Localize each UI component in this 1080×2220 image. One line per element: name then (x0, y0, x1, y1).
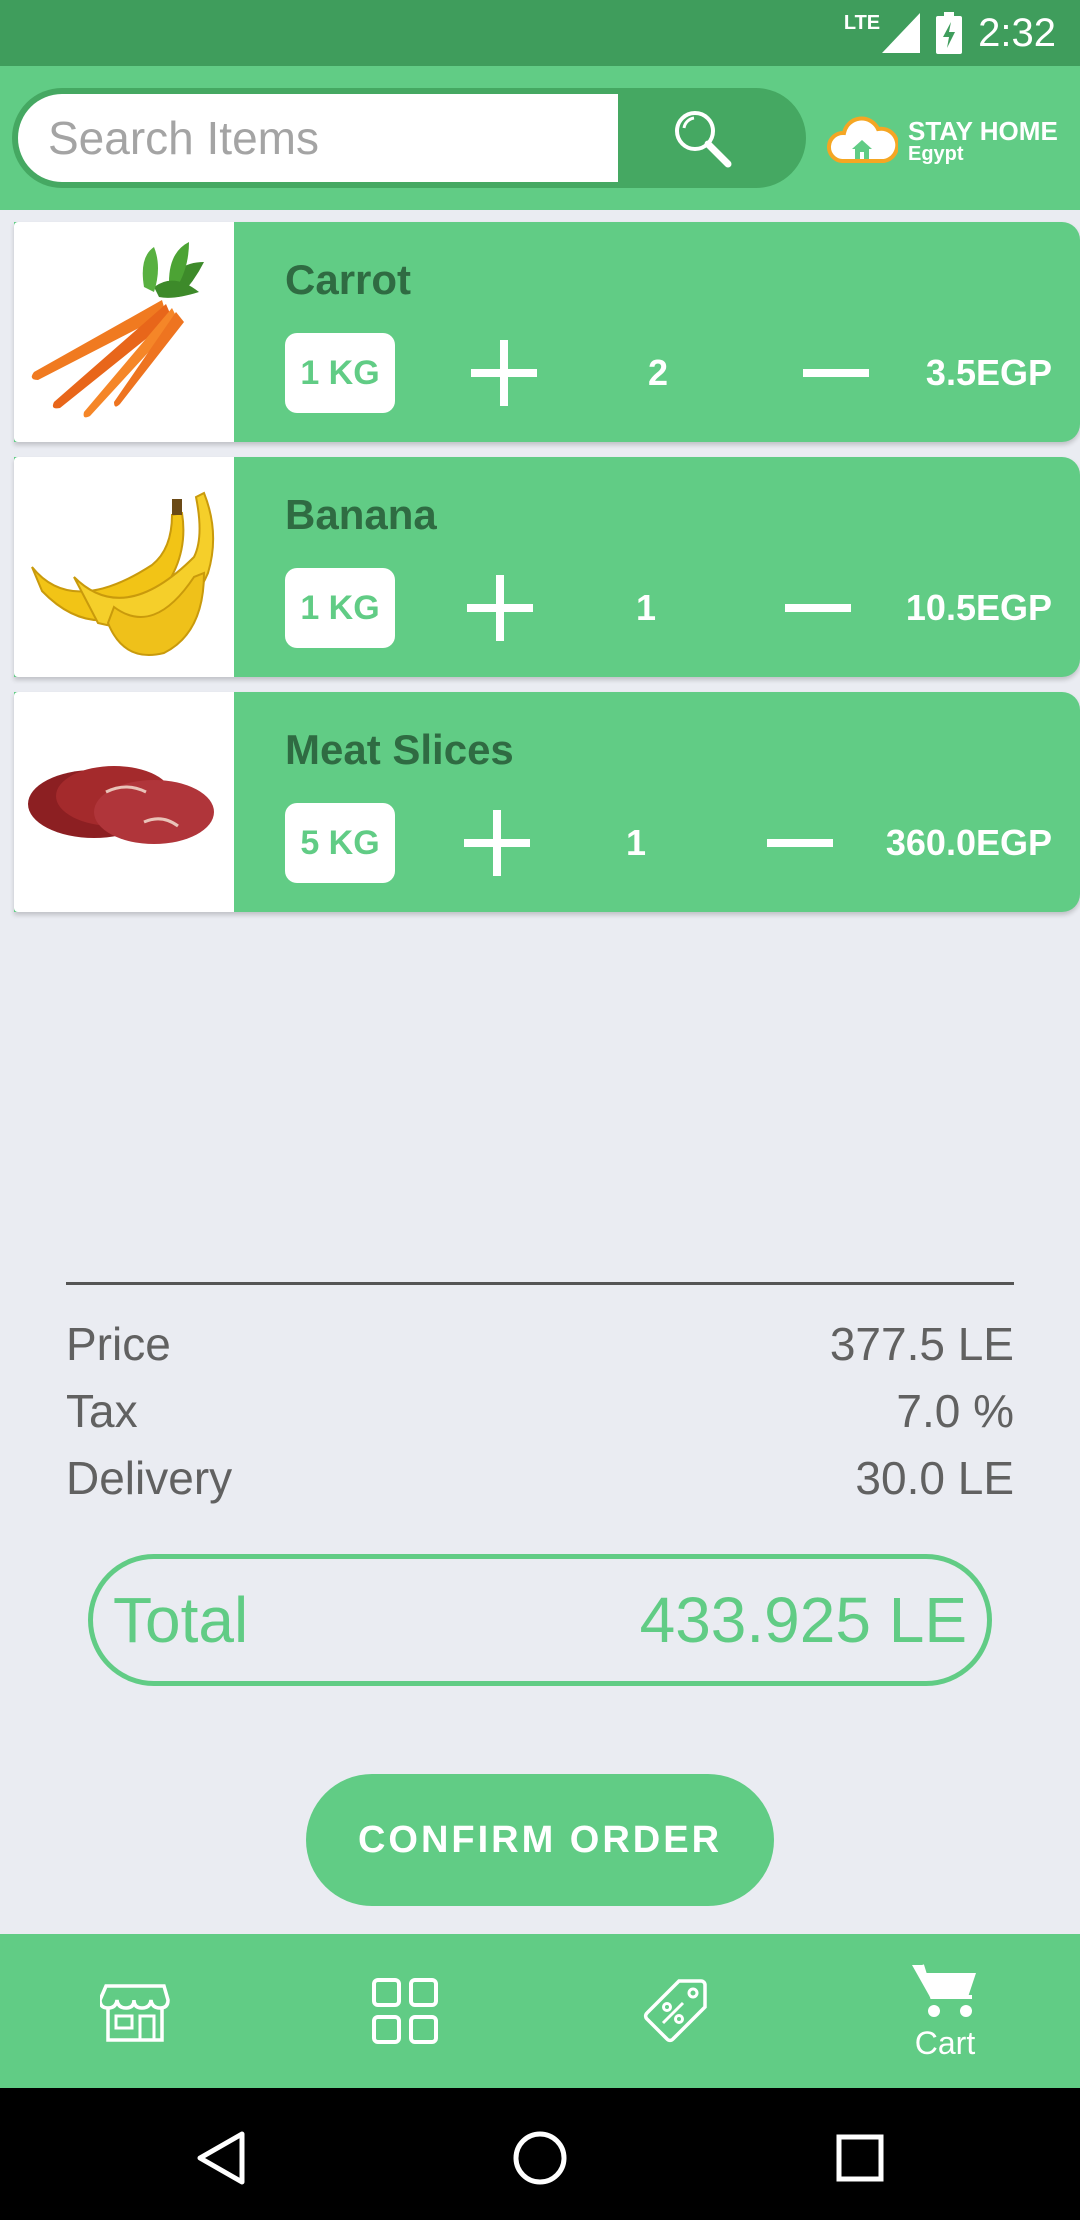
delivery-label: Delivery (66, 1452, 233, 1504)
banana-image (14, 457, 234, 677)
signal-icon (882, 13, 921, 53)
item-name: Carrot (285, 256, 412, 303)
price-row: Price 377.5 LE (66, 1311, 1014, 1377)
total-box: Total 433.925 LE (88, 1554, 992, 1686)
price-label: Price (66, 1318, 171, 1370)
system-nav-bar (0, 2088, 1080, 2220)
minus-icon (767, 839, 833, 847)
app-header: STAY HOME Egypt (0, 66, 1080, 210)
home-circle-icon (513, 2131, 567, 2185)
nav-store[interactable] (0, 1934, 270, 2088)
bottom-nav: Cart (0, 1934, 1080, 2088)
recents-square-icon (836, 2134, 884, 2182)
store-icon (100, 1984, 170, 2042)
confirm-order-button[interactable]: CONFIRM ORDER (306, 1774, 774, 1906)
cart-list: Carrot 1 KG 2 3.5EGP Banana 1 KG 1 10.5E… (14, 222, 1080, 927)
logo-title: STAY HOME (908, 116, 1058, 146)
carrot-icon (31, 242, 204, 418)
cart-item-banana[interactable]: Banana 1 KG 1 10.5EGP (14, 457, 1080, 677)
delivery-row: Delivery 30.0 LE (66, 1445, 1014, 1511)
search-button[interactable] (652, 102, 752, 174)
cart-item-meat-slices[interactable]: Meat Slices 5 KG 1 360.0EGP (14, 692, 1080, 912)
decrease-quantity-button[interactable] (778, 568, 858, 648)
price-value: 377.5 LE (829, 1318, 1014, 1370)
nav-cart[interactable]: Cart (810, 1934, 1080, 2088)
banana-icon (31, 491, 215, 656)
item-price: 3.5EGP (925, 352, 1052, 393)
nav-cart-label: Cart (914, 2024, 976, 2061)
item-price: 10.5EGP (905, 587, 1052, 628)
meat-image (14, 692, 234, 912)
search-bar (12, 88, 806, 188)
logo-subtitle: Egypt (908, 143, 964, 165)
tax-row: Tax 7.0 % (66, 1378, 1014, 1444)
item-quantity: 2 (647, 352, 669, 393)
cloud-house-icon (826, 116, 898, 163)
increase-quantity-button[interactable] (460, 568, 540, 648)
magnifier-icon (675, 111, 732, 168)
plus-icon (467, 575, 533, 641)
item-quantity: 1 (625, 822, 647, 863)
tax-value: 7.0 % (896, 1385, 1014, 1437)
plus-icon (471, 340, 537, 406)
tag-icon (643, 1979, 707, 2043)
item-name: Banana (285, 491, 437, 538)
minus-icon (803, 369, 869, 377)
status-bar: LTE 2:32 (0, 0, 1080, 66)
clock: 2:32 (978, 10, 1056, 55)
home-button[interactable] (500, 2118, 580, 2198)
summary-divider (66, 1282, 1014, 1285)
back-button[interactable] (180, 2118, 260, 2198)
meat-icon (28, 766, 214, 844)
weight-badge[interactable]: 5 KG (285, 803, 395, 883)
network-type: LTE (843, 11, 881, 34)
cart-item-carrot[interactable]: Carrot 1 KG 2 3.5EGP (14, 222, 1080, 442)
increase-quantity-button[interactable] (464, 333, 544, 413)
cart-icon (912, 1963, 976, 2017)
plus-icon (464, 810, 530, 876)
nav-categories[interactable] (270, 1934, 540, 2088)
total-label: Total (113, 1584, 249, 1656)
minus-icon (785, 604, 851, 612)
item-quantity: 1 (635, 587, 657, 628)
weight-badge[interactable]: 1 KG (285, 568, 395, 648)
total-value: 433.925 LE (639, 1584, 967, 1656)
back-triangle-icon (197, 2131, 245, 2185)
battery-icon (936, 12, 963, 54)
decrease-quantity-button[interactable] (760, 803, 840, 883)
carrot-image (14, 222, 234, 442)
increase-quantity-button[interactable] (457, 803, 537, 883)
logo-text: STAY HOME Egypt (908, 118, 1058, 164)
item-name: Meat Slices (285, 726, 514, 773)
grid-icon (372, 1978, 438, 2044)
item-price: 360.0EGP (885, 822, 1052, 863)
stay-home-logo: STAY HOME Egypt (826, 106, 1066, 176)
search-input[interactable] (18, 94, 618, 182)
nav-offers[interactable] (540, 1934, 810, 2088)
recents-button[interactable] (820, 2118, 900, 2198)
tax-label: Tax (66, 1385, 138, 1437)
decrease-quantity-button[interactable] (796, 333, 876, 413)
weight-badge[interactable]: 1 KG (285, 333, 395, 413)
delivery-value: 30.0 LE (855, 1452, 1014, 1504)
